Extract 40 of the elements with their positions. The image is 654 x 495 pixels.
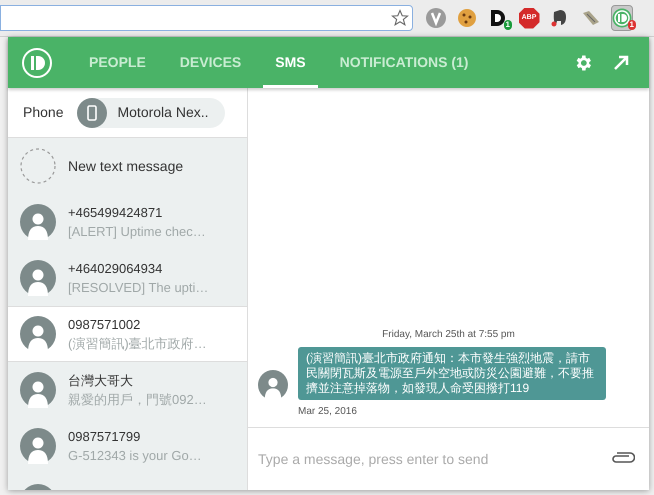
- thread-item[interactable]: +464029064934 [RESOLVED] The upti…: [8, 250, 247, 306]
- d-logo-icon[interactable]: [488, 8, 508, 28]
- phone-icon: [77, 98, 108, 128]
- thread-preview: 親愛的用戶，門號092…: [68, 391, 207, 409]
- message-date: Mar 25, 2016: [298, 405, 358, 419]
- phone-label: Phone: [23, 103, 64, 122]
- v-logo-icon[interactable]: [425, 7, 447, 29]
- thread-item[interactable]: 台灣大哥大 親愛的用戶，門號092…: [8, 362, 247, 418]
- thread-preview: (演習簡訊)臺北市政府…: [68, 335, 207, 353]
- thread-preview: G-512343 is your Go…: [68, 447, 202, 465]
- avatar-icon: [258, 370, 288, 400]
- avatar-icon: [20, 316, 56, 352]
- thread-name: 0987571799: [68, 428, 142, 446]
- thread-preview: [ALERT] Uptime chec…: [68, 223, 206, 241]
- thread-preview: [RESOLVED] The upti…: [68, 279, 208, 297]
- device-selector[interactable]: Motorola Nex..: [77, 98, 225, 128]
- thread-name: +465499424871: [68, 204, 164, 222]
- new-message-item[interactable]: New text message: [8, 138, 247, 194]
- pop-out-arrow-icon[interactable]: [613, 54, 629, 70]
- pushbullet-logo-icon: [612, 8, 632, 28]
- avatar-icon: [20, 204, 56, 240]
- avatar-icon: [20, 372, 56, 408]
- star-icon[interactable]: [391, 9, 409, 27]
- thread-name: 0987571002: [68, 316, 142, 334]
- thread-item[interactable]: 0987571799 G-512343 is your Go…: [8, 418, 247, 474]
- message-input[interactable]: Type a message, press enter to send: [258, 448, 609, 470]
- avatar-icon: [20, 260, 56, 296]
- pushbullet-logo-icon[interactable]: [21, 46, 53, 78]
- thread-item[interactable]: +465499424871 [ALERT] Uptime chec…: [8, 194, 247, 250]
- thread-name: 台灣大哥大: [68, 372, 134, 390]
- thread-item[interactable]: 0987571002 (演習簡訊)臺北市政府…: [8, 306, 247, 362]
- message-bubble: (演習簡訊)臺北市政府通知：本市發生強烈地震，請市民關閉瓦斯及電源至戶外空地或防災公園避難，不要推擠並注意掉落物，如發現人命受困撥打119: [298, 347, 606, 400]
- message-timestamp: Friday, March 25th at 7:55 pm: [381, 328, 516, 342]
- extension-button[interactable]: [611, 5, 633, 31]
- avatar-icon: [20, 428, 56, 464]
- notification-badge: 1: [504, 20, 512, 30]
- paperclip-icon[interactable]: [609, 452, 635, 466]
- dashed-circle-icon: [20, 148, 56, 184]
- cookie-icon[interactable]: [457, 8, 477, 28]
- thread-name: +464029064934: [68, 260, 164, 278]
